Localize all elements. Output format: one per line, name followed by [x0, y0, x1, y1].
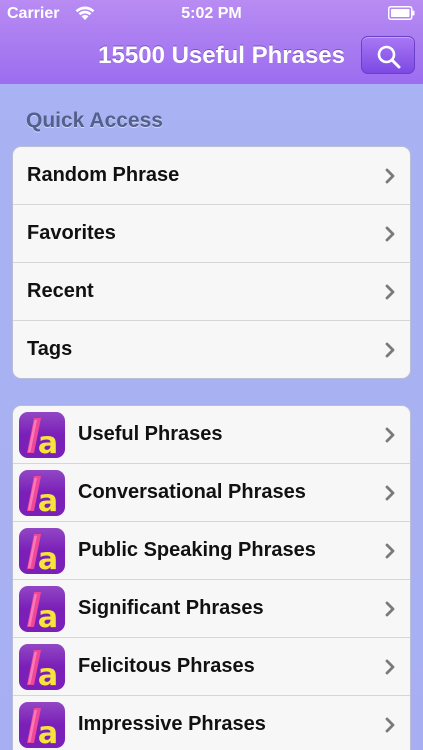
app-letter-a-icon: a — [19, 586, 65, 632]
chevron-right-icon — [385, 284, 395, 300]
row-label: Impressive Phrases — [78, 713, 266, 735]
status-time: 5:02 PM — [181, 5, 242, 22]
row-favorites[interactable]: Favorites — [13, 205, 410, 263]
app-letter-a-icon: a — [19, 528, 65, 574]
row-recent[interactable]: Recent — [13, 263, 410, 321]
chevron-right-icon — [385, 485, 395, 501]
row-label: Felicitous Phrases — [78, 655, 255, 677]
row-label: Public Speaking Phrases — [78, 539, 316, 561]
svg-text:a: a — [38, 484, 58, 516]
status-bar: Carrier 5:02 PM — [0, 0, 423, 28]
row-felicitous-phrases[interactable]: a Felicitous Phrases — [13, 638, 410, 696]
svg-text:a: a — [38, 716, 58, 748]
row-label: Recent — [27, 280, 94, 302]
chevron-right-icon — [385, 601, 395, 617]
row-tags[interactable]: Tags — [13, 321, 410, 378]
nav-bar: 15500 Useful Phrases — [0, 28, 423, 84]
battery-icon — [388, 6, 415, 20]
row-random-phrase[interactable]: Random Phrase — [13, 147, 410, 205]
page-title: 15500 Useful Phrases — [98, 42, 345, 69]
svg-text:a: a — [38, 426, 58, 458]
top-bar: Carrier 5:02 PM 15500 Useful Phrases — [0, 0, 423, 84]
svg-text:a: a — [38, 600, 58, 632]
chevron-right-icon — [385, 427, 395, 443]
svg-text:a: a — [38, 542, 58, 574]
row-label: Favorites — [27, 222, 116, 244]
row-impressive-phrases[interactable]: a Impressive Phrases — [13, 696, 410, 750]
row-label: Significant Phrases — [78, 597, 264, 619]
search-icon — [377, 45, 401, 69]
section-header-quick-access: Quick Access — [26, 109, 163, 132]
row-conversational-phrases[interactable]: a Conversational Phrases — [13, 464, 410, 522]
svg-text:a: a — [38, 658, 58, 690]
chevron-right-icon — [385, 543, 395, 559]
app-letter-a-icon: a — [19, 470, 65, 516]
row-label: Random Phrase — [27, 164, 180, 186]
chevron-right-icon — [385, 168, 395, 184]
chevron-right-icon — [385, 226, 395, 242]
search-button[interactable] — [361, 36, 415, 74]
row-label: Conversational Phrases — [78, 481, 306, 503]
row-significant-phrases[interactable]: a Significant Phrases — [13, 580, 410, 638]
app-letter-a-icon: a — [19, 412, 65, 458]
quick-access-group: Random Phrase Favorites Recent Tags — [12, 146, 411, 379]
row-public-speaking-phrases[interactable]: a Public Speaking Phrases — [13, 522, 410, 580]
chevron-right-icon — [385, 717, 395, 733]
row-label: Useful Phrases — [78, 423, 223, 445]
row-useful-phrases[interactable]: a Useful Phrases — [13, 406, 410, 464]
app-letter-a-icon: a — [19, 702, 65, 748]
chevron-right-icon — [385, 659, 395, 675]
app-letter-a-icon: a — [19, 644, 65, 690]
phrase-books-group: a Useful Phrases a Conversational Phrase… — [12, 405, 411, 750]
chevron-right-icon — [385, 342, 395, 358]
row-label: Tags — [27, 338, 73, 360]
